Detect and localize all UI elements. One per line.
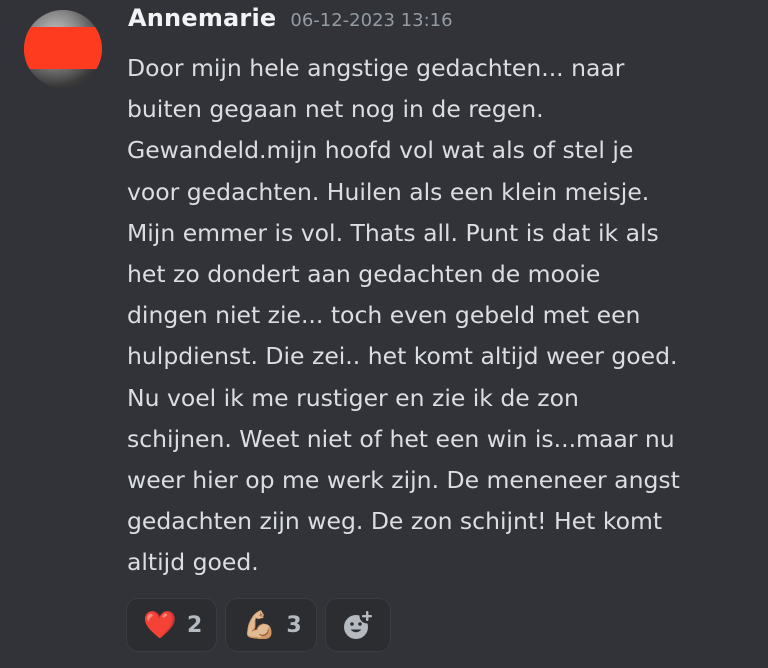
message-line: Gewandeld.mijn hoofd vol wat als of stel… — [127, 136, 634, 165]
red-heart-icon: ❤️ — [143, 609, 177, 641]
message-line: hulpdienst. Die zei.. het komt altijd we… — [127, 342, 678, 371]
add-reaction-button[interactable] — [324, 598, 391, 652]
message-line: altijd goed. — [127, 548, 259, 577]
message-line: dingen niet zie... toch even gebeld met … — [127, 301, 641, 330]
message-line: Nu voel ik me rustiger en zie ik de zon — [127, 383, 579, 412]
avatar-redaction — [24, 27, 102, 69]
flexed-biceps-icon: 💪🏼 — [242, 609, 277, 641]
message-line: buiten gegaan net nog in de regen. — [127, 95, 544, 124]
message-line: voor gedachten. Huilen als een klein mei… — [127, 177, 650, 206]
message-line: schijnen. Weet niet of het een win is...… — [127, 424, 675, 453]
message-line: Door mijn hele angstige gedachten... naa… — [127, 54, 625, 82]
user-avatar[interactable] — [24, 10, 102, 88]
reaction-count: 2 — [187, 612, 203, 638]
reaction-flexed-biceps[interactable]: 💪🏼 3 — [225, 598, 317, 652]
reactions-bar: ❤️ 2 💪🏼 3 — [126, 598, 391, 652]
message-line: Mijn emmer is vol. Thats all. Punt is da… — [127, 218, 659, 247]
reaction-heart[interactable]: ❤️ 2 — [126, 598, 218, 652]
username[interactable]: Annemarie — [128, 4, 276, 32]
message-timestamp: 06-12-2023 13:16 — [290, 10, 453, 31]
message-line: weer hier op me werk zijn. De meneneer a… — [127, 466, 680, 495]
message-content: Door mijn hele angstige gedachten... naa… — [127, 48, 757, 584]
message-line: gedachten zijn weg. De zon schijnt! Het … — [127, 507, 663, 536]
message-header: Annemarie 06-12-2023 13:16 — [128, 4, 453, 44]
chat-message: Annemarie 06-12-2023 13:16 Door mijn hel… — [0, 0, 768, 668]
add-reaction-icon — [343, 608, 375, 639]
reaction-count: 3 — [286, 612, 302, 638]
message-line: het zo dondert aan gedachten de mooie — [127, 260, 601, 289]
